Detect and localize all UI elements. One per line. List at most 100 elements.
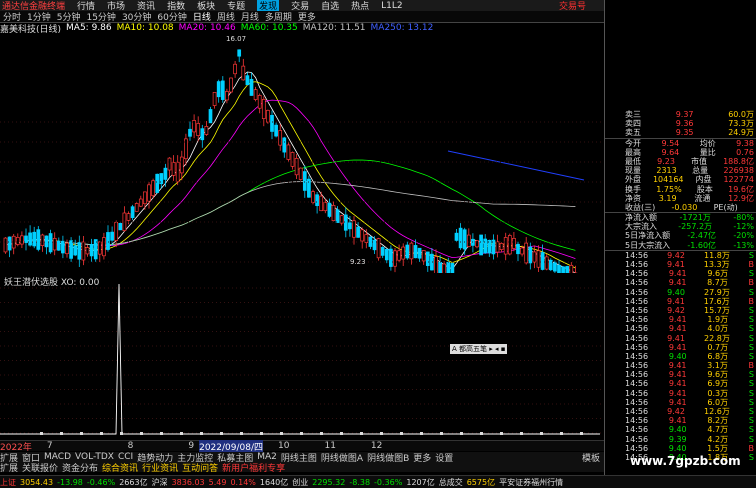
date-aug: 8 [128,441,134,451]
tick-side: S [749,343,754,352]
indicator-dot [320,432,323,435]
candle [20,236,23,244]
candle [238,50,241,56]
candle [242,66,245,80]
status-sh-pct: -0.46% [87,478,115,487]
tick-time: 14:56 [625,334,648,343]
tick-time: 14:56 [625,278,648,287]
period-tab-60min[interactable]: 60分钟 [157,10,186,23]
status-cy-label: 创业 [292,477,308,488]
status-total-value: 6575亿 [467,477,495,488]
watermark: www.7gpzb.com [630,454,741,468]
period-tab-monthly[interactable]: 月线 [241,10,259,23]
candle [176,162,179,182]
status-sz-pct: 0.14% [230,478,255,487]
info-tab-expand[interactable]: 扩展 [0,461,18,474]
candle [316,195,319,206]
tick-vol: 9.6万 [707,370,728,379]
flow-pct: -13% [733,241,754,250]
tick-row: 14:569.410.3万S [605,389,756,398]
flow-value: -2.47亿 [687,231,716,240]
candle [266,110,269,122]
candle [566,266,569,273]
candle [377,239,380,258]
ask-price: 9.37 [676,110,694,119]
indicator-dot [180,432,183,435]
menu-item-l1l2[interactable]: L1L2 [381,1,402,11]
stat-value2: 122774 [723,175,754,184]
info-tab-capital[interactable]: 资金分布 [62,461,98,474]
tick-row: 14:569.418.2万S [605,416,756,425]
stat-label2: PE(动) [714,203,738,212]
period-bar: 分时 1分钟 5分钟 15分钟 30分钟 60分钟 日线 周线 月线 多周期 更… [0,11,604,23]
status-sh-change: -13.98 [57,478,83,487]
indicator-dot [280,432,283,435]
period-tab-more[interactable]: 更多 [298,10,316,23]
indicator-dot [560,432,563,435]
period-tab-15min[interactable]: 15分钟 [86,10,115,23]
candle [250,79,253,95]
tick-price: 9.40 [669,425,687,434]
period-tab-30min[interactable]: 30分钟 [122,10,151,23]
stat-value: 1.75% [656,185,681,194]
candlestick-chart[interactable]: 13.5013.0012.5012.0011.5011.0010.5010.00… [0,33,604,273]
candle [361,230,364,241]
stat-row: 外盘104164内盘122774 [605,175,756,184]
period-tab-daily[interactable]: 日线 [193,10,211,23]
tick-side: S [749,425,754,434]
candle [61,241,64,253]
candle [119,223,122,230]
candle [291,152,294,166]
date-oct: 10 [278,441,289,451]
indicator-popup[interactable]: A 都高五笔 ▸ ◂ ▪ [450,344,507,354]
candle [312,192,315,203]
info-tab-industry[interactable]: 行业资讯 [142,461,178,474]
candle [139,199,142,206]
stat-value: 2313 [656,166,676,175]
status-sh-value: 3054.43 [20,478,53,487]
candle [152,181,155,196]
candle [402,247,405,259]
flow-pct: -12% [733,222,754,231]
candle [115,222,118,240]
flow-row: 5日净流入额-2.47亿-20% [605,231,756,240]
tick-row: 14:569.406.8万S [605,352,756,361]
candle [41,235,44,246]
indicator-dot [400,432,403,435]
tick-price: 9.41 [669,398,687,407]
info-tab-welfare[interactable]: 新用户福利专享 [222,461,285,474]
tick-price: 9.42 [667,251,685,260]
tick-vol: 6.8万 [707,352,728,361]
candle [148,185,151,201]
tick-time: 14:56 [625,352,648,361]
tick-price: 9.41 [669,315,687,324]
info-tab-related[interactable]: 关联报价 [22,461,58,474]
tick-price: 9.41 [669,324,687,333]
candle [389,249,392,266]
ask-row: 卖四9.3673.3万 [605,119,756,128]
info-tab-qa[interactable]: 互动问答 [182,461,218,474]
stat-row: 最高9.64量比0.76 [605,148,756,157]
stat-value: 9.23 [657,157,675,166]
candle [275,125,278,136]
candle [230,78,233,92]
tick-time: 14:56 [625,260,648,269]
candle [4,238,7,252]
stat-row: 换手1.75%股本19.6亿 [605,185,756,194]
info-tab-news[interactable]: 综合资讯 [102,461,138,474]
stat-value2: 12.9亿 [728,194,754,203]
ma250-line [448,151,584,180]
ma250-label: MA250: 13.12 [371,23,434,33]
indicator-chart[interactable]: 1.000.900.800.700.600.500.400.300.200.10… [0,284,604,440]
candle [303,172,306,191]
candle [217,82,220,97]
period-tab-multi[interactable]: 多周期 [265,10,292,23]
period-tab-weekly[interactable]: 周线 [217,10,235,23]
candle [545,257,548,269]
indicator-dot [480,432,483,435]
tick-price: 9.40 [667,288,685,297]
tick-time: 14:56 [625,416,648,425]
tick-price: 9.41 [669,370,687,379]
tick-row: 14:569.418.7万B [605,278,756,287]
candle [332,205,335,220]
